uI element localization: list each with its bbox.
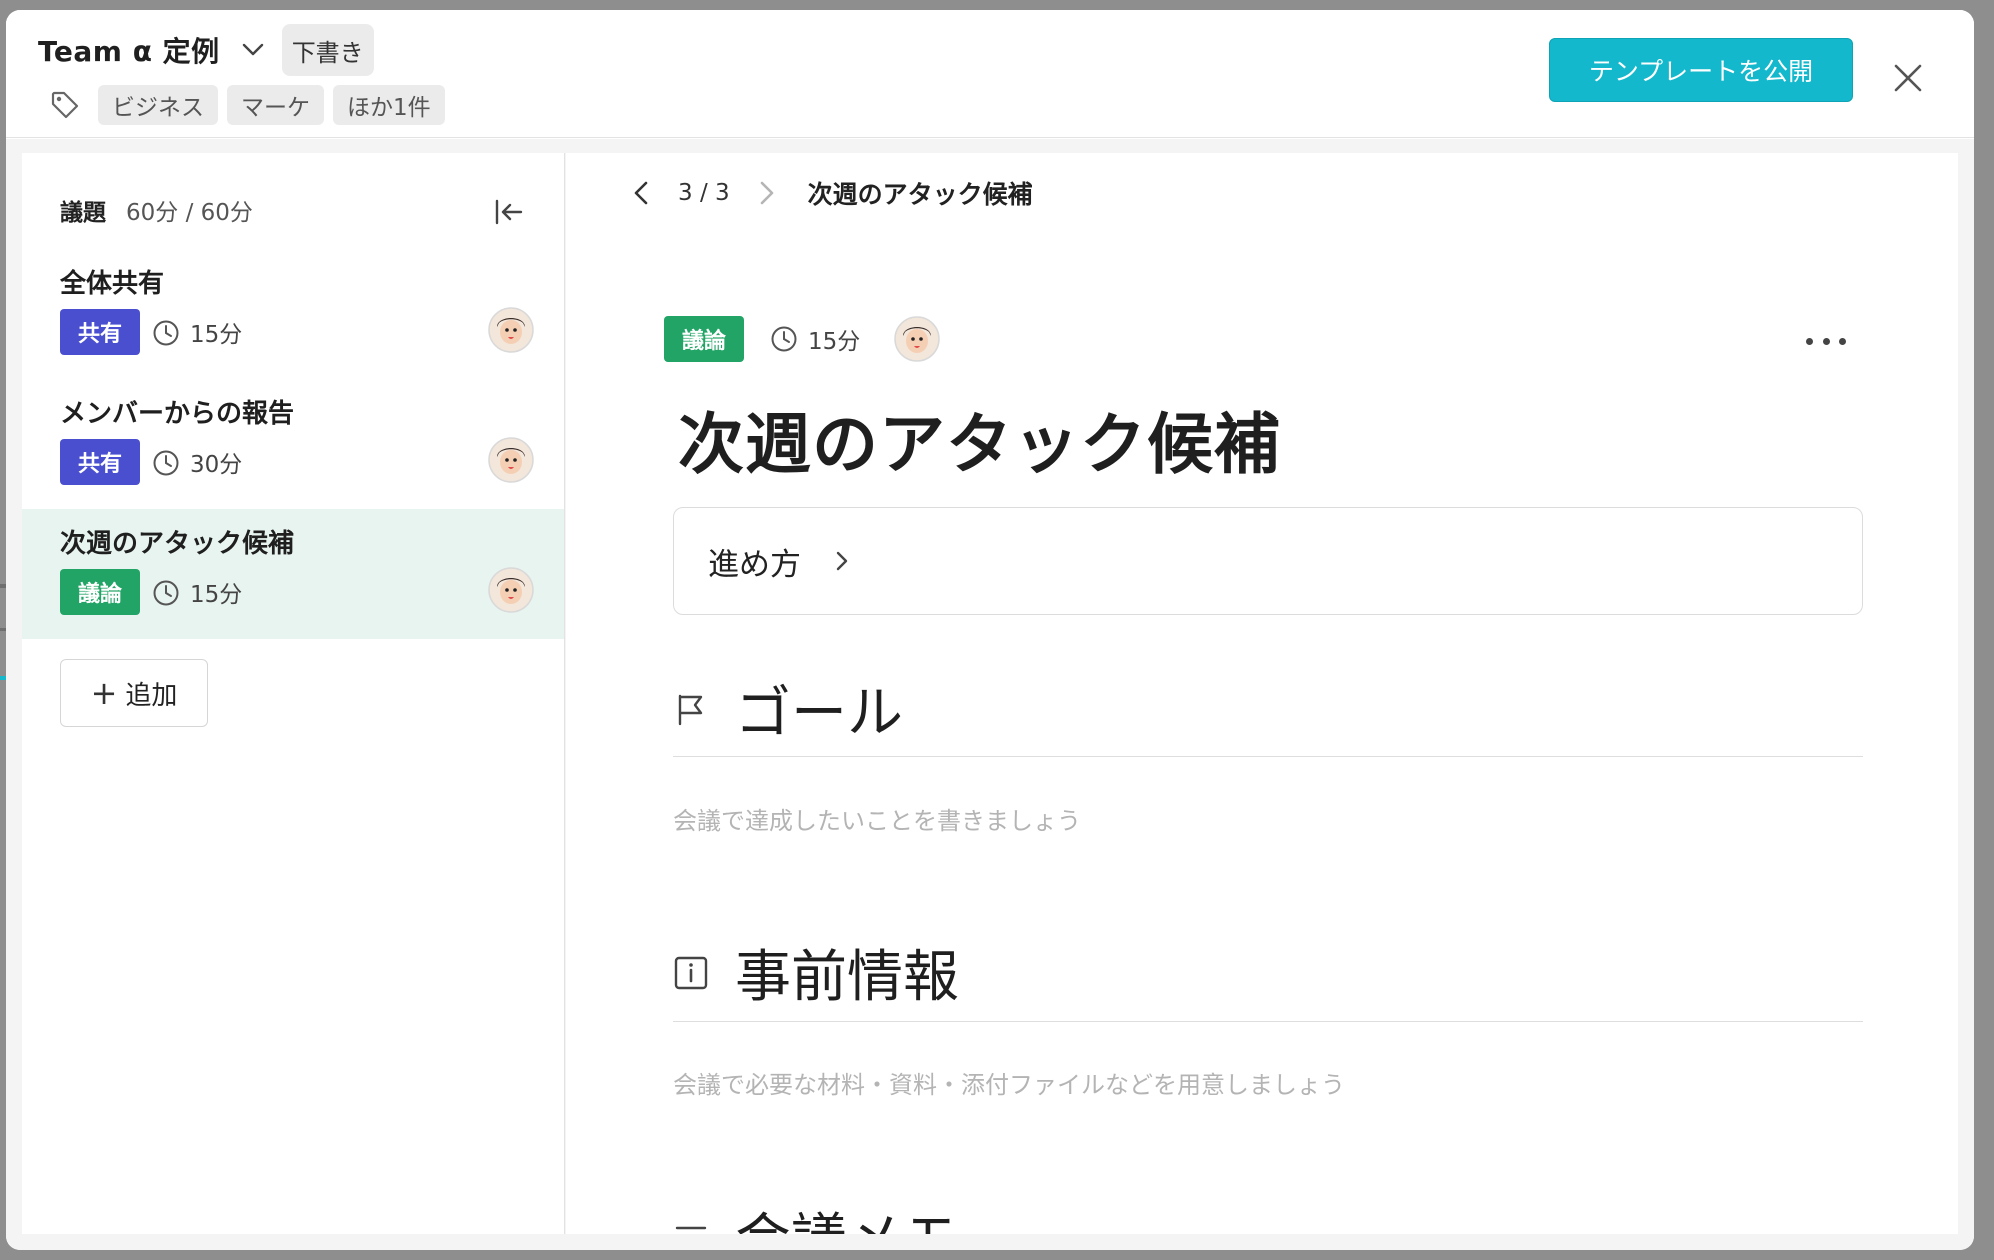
close-icon[interactable] [1888,58,1928,98]
agenda-type-badge[interactable]: 議論 [664,316,744,362]
agenda-sidebar: 議題 60分 / 60分 全体共有 共有 15分 メンバーからの報告 共有 30… [22,153,565,1234]
more-options-icon[interactable] [1806,329,1846,353]
section-divider [673,1021,1863,1022]
section-preinfo: 事前情報 [673,932,959,1013]
info-icon [673,955,709,991]
plus-icon: + [90,674,118,712]
agenda-item[interactable]: 全体共有 共有 15分 [22,249,564,379]
add-agenda-button[interactable]: + 追加 [60,659,208,727]
procedure-toggle[interactable]: 進め方 [673,507,1863,615]
chevron-left-icon[interactable] [626,178,656,208]
agenda-heading[interactable]: 次週のアタック候補 [678,391,1281,487]
avatar[interactable] [894,316,941,362]
agenda-type-badge: 議論 [60,569,140,615]
agenda-type-badge: 共有 [60,309,140,355]
agenda-item-duration: 30分 [190,452,243,478]
procedure-label: 進め方 [708,546,801,583]
agenda-detail: 3 / 3 次週のアタック候補 議論 15分 次週のアタック候補 進め方 ゴール… [566,153,1958,1234]
clock-icon [153,580,179,606]
add-agenda-label: 追加 [125,680,178,711]
agenda-time-summary: 60分 / 60分 [126,200,253,226]
section-goal: ゴール [673,668,903,749]
avatar[interactable] [488,437,534,483]
section-title: ゴール [735,681,903,746]
agenda-item-active[interactable]: 次週のアタック候補 議論 15分 [22,509,564,639]
meeting-title[interactable]: Team α 定例 [38,30,220,70]
modal-body: 議題 60分 / 60分 全体共有 共有 15分 メンバーからの報告 共有 30… [6,139,1974,1250]
chevron-down-icon[interactable] [238,35,268,65]
pager-count: 3 / 3 [678,180,730,206]
section-title: 会議メモ [735,1195,959,1234]
preinfo-placeholder[interactable]: 会議で必要な材料・資料・添付ファイルなどを用意しましょう [673,1065,1345,1100]
section-title: 事前情報 [735,945,959,1010]
clock-icon [153,320,179,346]
chevron-right-icon[interactable] [752,178,782,208]
avatar[interactable] [488,307,534,353]
modal-header: Team α 定例 下書き ビジネス マーケ ほか1件 テンプレートを公開 [6,10,1974,138]
template-modal: Team α 定例 下書き ビジネス マーケ ほか1件 テンプレートを公開 議題… [6,10,1974,1250]
agenda-item-duration: 15分 [190,322,243,348]
pager-title: 次週のアタック候補 [807,180,1033,209]
section-divider [673,756,1863,757]
chevron-right-icon [835,550,857,572]
tag-chip-more[interactable]: ほか1件 [333,85,445,125]
flag-icon [673,691,709,727]
collapse-sidebar-icon[interactable] [492,195,526,229]
agenda-pager: 3 / 3 次週のアタック候補 [626,173,1033,213]
clock-icon [153,450,179,476]
clock-icon [771,326,797,352]
agenda-meta: 議論 15分 [664,316,941,362]
title-row: Team α 定例 下書き [38,24,374,76]
agenda-item[interactable]: メンバーからの報告 共有 30分 [22,379,564,509]
agenda-item-duration: 15分 [190,582,243,608]
avatar[interactable] [488,567,534,613]
goal-placeholder[interactable]: 会議で達成したいことを書きましょう [673,801,1081,836]
agenda-item-title: 全体共有 [60,269,165,299]
agenda-header: 議題 60分 / 60分 [60,193,253,227]
agenda-item-title: メンバーからの報告 [60,399,295,429]
tag-icon[interactable] [48,88,82,122]
status-badge: 下書き [281,24,374,76]
section-notes: 会議メモ [673,1195,959,1234]
tag-chip[interactable]: ビジネス [98,85,218,125]
agenda-title: 議題 [60,200,106,226]
notes-icon [673,1218,709,1235]
agenda-duration[interactable]: 15分 [808,322,860,356]
tag-chip[interactable]: マーケ [227,85,324,125]
publish-template-button[interactable]: テンプレートを公開 [1549,38,1853,102]
agenda-type-badge: 共有 [60,439,140,485]
agenda-item-title: 次週のアタック候補 [60,529,295,559]
tag-row: ビジネス マーケ ほか1件 [48,85,454,125]
